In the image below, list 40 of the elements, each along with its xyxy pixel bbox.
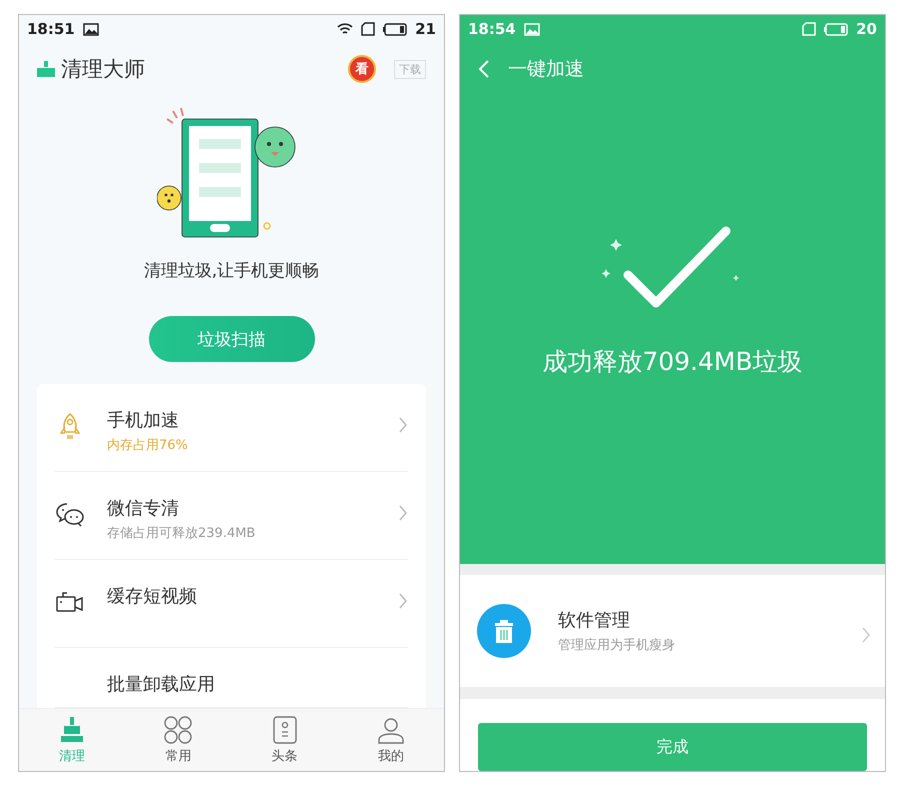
app-title: 清理大师 bbox=[61, 56, 145, 83]
feature-title: 微信专清 bbox=[107, 497, 180, 520]
feature-row[interactable]: 微信专清 存储占用可释放239.4MB bbox=[55, 472, 408, 560]
feature-subtitle: 内存占用76% bbox=[107, 437, 189, 454]
battery-level: 20 bbox=[856, 20, 877, 38]
nav-tab[interactable]: 我的 bbox=[338, 709, 444, 771]
card-icon bbox=[270, 716, 299, 744]
feature-subtitle: 存储占用可释放239.4MB bbox=[107, 525, 256, 542]
grid-circles-icon bbox=[164, 716, 192, 744]
feature-row[interactable]: 缓存短视频 bbox=[55, 560, 408, 648]
feature-title: 手机加速 bbox=[107, 409, 180, 432]
battery-icon bbox=[383, 22, 408, 36]
image-icon bbox=[82, 22, 99, 36]
chevron-right-icon bbox=[861, 626, 871, 644]
chevron-right-icon bbox=[398, 592, 408, 610]
status-time: 18:54 bbox=[468, 20, 516, 38]
back-icon[interactable] bbox=[478, 59, 490, 79]
tagline: 清理垃圾,让手机更顺畅 bbox=[144, 260, 320, 282]
nav-tab[interactable]: 头条 bbox=[232, 709, 338, 771]
chevron-right-icon bbox=[398, 416, 408, 434]
feature-title: 批量卸载应用 bbox=[107, 673, 216, 696]
chevron-right-icon bbox=[398, 504, 408, 522]
status-time: 18:51 bbox=[27, 20, 75, 38]
page-title: 一键加速 bbox=[508, 57, 584, 82]
broom-icon bbox=[37, 61, 55, 77]
ad-badge[interactable]: 看 bbox=[348, 55, 376, 83]
nav-tab[interactable]: 常用 bbox=[125, 709, 232, 771]
trash-icon bbox=[476, 603, 532, 660]
sim-card-icon bbox=[802, 22, 816, 36]
suggestion-title: 软件管理 bbox=[558, 609, 631, 632]
suggestion-subtitle: 管理应用为手机瘦身 bbox=[558, 637, 676, 654]
battery-icon bbox=[824, 22, 848, 36]
result-message: 成功释放709.4MB垃圾 bbox=[542, 346, 803, 378]
feature-title: 缓存短视频 bbox=[107, 585, 198, 608]
wifi-icon bbox=[337, 22, 354, 36]
battery-level: 21 bbox=[415, 20, 436, 38]
feature-row[interactable]: 手机加速 内存占用76% bbox=[55, 384, 408, 472]
image-icon bbox=[524, 22, 540, 36]
sim-card-icon bbox=[361, 22, 376, 36]
profile-icon bbox=[376, 716, 405, 744]
